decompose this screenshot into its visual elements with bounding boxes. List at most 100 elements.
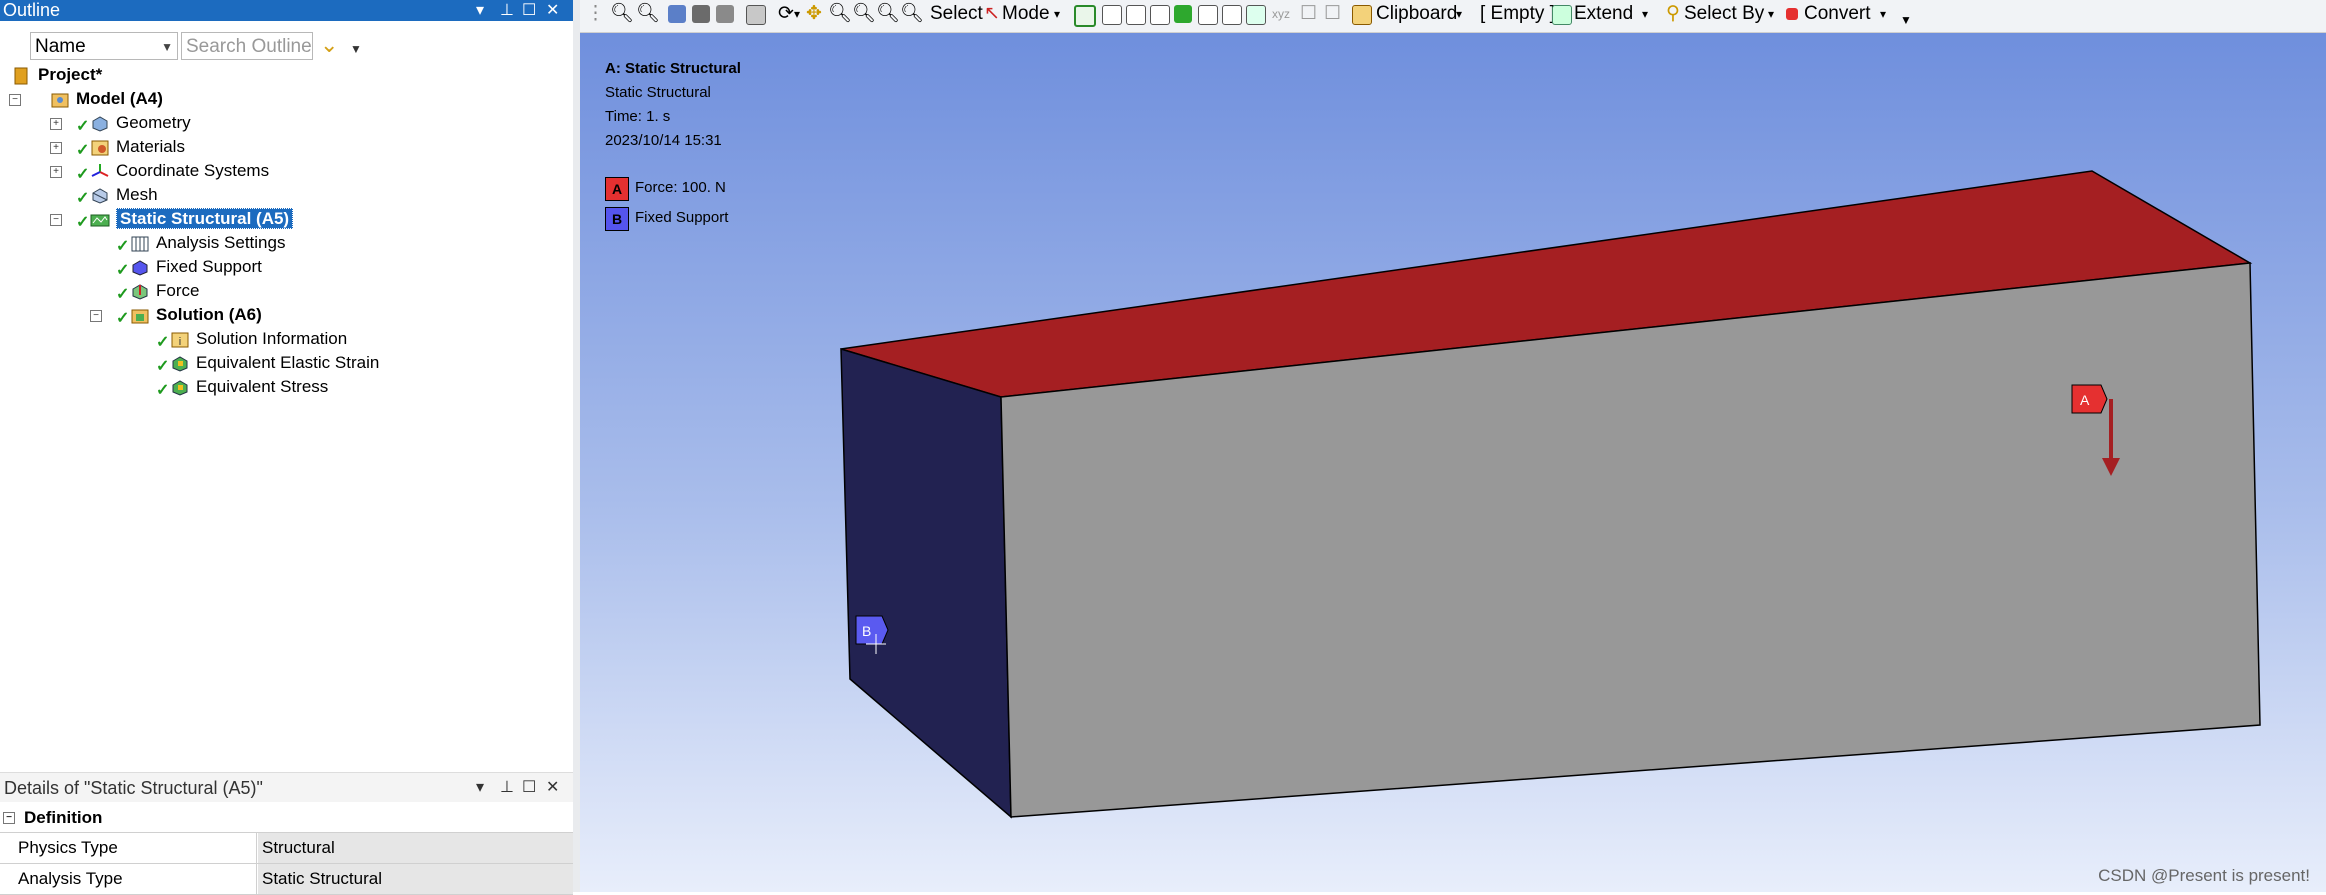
solid-view-icon[interactable]: [668, 5, 686, 23]
select-button[interactable]: Select: [930, 0, 983, 30]
label-icon[interactable]: ☐: [1324, 0, 1341, 30]
check-icon: ✓: [76, 190, 90, 207]
expand-icon[interactable]: +: [50, 142, 62, 154]
model-icon: [51, 93, 69, 108]
solution-information-icon: i: [171, 332, 189, 348]
tree-item-materials[interactable]: Materials: [90, 136, 185, 158]
chevron-down-icon[interactable]: ▾: [1880, 0, 1886, 30]
chevron-down-icon[interactable]: ▾: [1642, 0, 1648, 30]
close-icon[interactable]: ✕: [546, 0, 559, 21]
tree-item-equivalent-stress[interactable]: Equivalent Stress: [170, 376, 328, 398]
outline-title-bar: Outline ▾ ⊥ ☐ ✕: [0, 0, 573, 21]
details-row[interactable]: Analysis Type Static Structural: [0, 864, 573, 895]
search-outline-input[interactable]: Search Outline: [181, 32, 313, 60]
extend-dropdown[interactable]: Extend: [1574, 0, 1633, 30]
analysis-settings-icon: [131, 236, 149, 252]
tree-item-fixed-support[interactable]: Fixed Support: [130, 256, 262, 278]
filter-dropdown-icon[interactable]: ▼: [350, 42, 362, 56]
shaded-view-icon[interactable]: [692, 5, 710, 23]
select-mesh-icon[interactable]: [1246, 5, 1266, 25]
toolbar-overflow-icon[interactable]: ▼: [1900, 6, 1912, 36]
graphics-viewport[interactable]: A: Static Structural Static Structural T…: [580, 33, 2326, 892]
select-edge-icon[interactable]: [1102, 5, 1122, 25]
select-by-dropdown[interactable]: Select By: [1684, 0, 1764, 30]
box-select-icon[interactable]: [746, 5, 766, 25]
magnifier-icon[interactable]: 🔍︎: [900, 0, 924, 30]
tree-item-solution[interactable]: Solution (A6): [130, 304, 262, 326]
expand-icon[interactable]: +: [50, 166, 62, 178]
details-section-definition[interactable]: − Definition: [0, 804, 573, 833]
pin-icon[interactable]: ⊥: [500, 0, 514, 21]
geometry-icon: [92, 115, 108, 132]
coordinate-icon[interactable]: xyz: [1272, 0, 1290, 30]
maximize-icon[interactable]: ☐: [522, 0, 536, 21]
property-key: Analysis Type: [18, 864, 257, 894]
collapse-icon[interactable]: −: [90, 310, 102, 322]
collapse-icon[interactable]: −: [50, 214, 62, 226]
select-body-icon[interactable]: [1150, 5, 1170, 25]
select-element-face-icon[interactable]: [1198, 5, 1218, 25]
pan-icon[interactable]: ✥: [806, 0, 822, 30]
check-icon: ✓: [156, 334, 170, 351]
wireframe-view-icon[interactable]: [716, 5, 734, 23]
tree-item-project[interactable]: Project*: [12, 64, 102, 86]
tree-item-static-structural[interactable]: Static Structural (A5): [90, 208, 294, 230]
tree-item-equivalent-elastic-strain[interactable]: Equivalent Elastic Strain: [170, 352, 379, 374]
property-value: Static Structural: [262, 869, 382, 888]
tree-item-analysis-settings[interactable]: Analysis Settings: [130, 232, 285, 254]
panel-splitter[interactable]: [573, 0, 580, 892]
zoom-to-fit-icon[interactable]: 🔍︎: [876, 0, 900, 30]
check-icon: ✓: [76, 214, 90, 231]
tree-label: Project*: [38, 65, 103, 84]
expand-icon[interactable]: +: [50, 118, 62, 130]
toolbar-grip-icon: ⋮: [586, 3, 605, 24]
clipboard-dropdown[interactable]: Clipboard: [1376, 0, 1457, 30]
section-label: Definition: [24, 808, 103, 827]
select-element-icon[interactable]: [1222, 5, 1242, 25]
filter-chevron-icon[interactable]: ⌄: [320, 32, 338, 58]
chevron-down-icon: ▼: [161, 40, 173, 54]
solution-icon: [131, 309, 149, 324]
select-vertex-icon[interactable]: [1074, 5, 1096, 27]
pin-icon[interactable]: ⊥: [500, 773, 514, 803]
tree-label: Model (A4): [76, 89, 163, 108]
chevron-down-icon[interactable]: ▾: [1054, 0, 1060, 30]
rotate-icon[interactable]: ⟳: [778, 0, 794, 30]
chevron-down-icon[interactable]: ▾: [1768, 0, 1774, 30]
collapse-icon[interactable]: −: [9, 94, 21, 106]
collapse-icon[interactable]: −: [3, 812, 15, 824]
mesh-icon: [92, 187, 108, 204]
name-filter-select[interactable]: Name ▼: [30, 32, 178, 60]
mode-dropdown[interactable]: Mode: [1002, 0, 1050, 30]
close-icon[interactable]: ✕: [546, 773, 559, 803]
tree-item-geometry[interactable]: Geometry: [90, 112, 191, 134]
watermark: CSDN @Present is present!: [2098, 866, 2310, 885]
tree-item-mesh[interactable]: Mesh: [90, 184, 158, 206]
zoom-out-icon[interactable]: 🔍︎: [852, 0, 876, 30]
select-by-icon: ⚲: [1666, 3, 1680, 24]
outline-filter-bar: Name ▼ Search Outline ⌄ ▼: [0, 30, 573, 64]
result-icon: [172, 355, 188, 372]
tree-item-solution-information[interactable]: i Solution Information: [170, 328, 347, 350]
tree-item-coordinate-systems[interactable]: Coordinate Systems: [90, 160, 269, 182]
dropdown-icon[interactable]: ▾: [476, 0, 484, 21]
zoom-fit-icon[interactable]: 🔍︎: [610, 0, 634, 30]
convert-dropdown[interactable]: Convert: [1804, 0, 1871, 30]
maximize-icon[interactable]: ☐: [522, 773, 536, 803]
select-face-icon[interactable]: [1126, 5, 1146, 25]
check-icon: ✓: [116, 262, 130, 279]
probe-icon[interactable]: ☐: [1300, 0, 1317, 30]
zoom-in-icon[interactable]: 🔍︎: [828, 0, 852, 30]
model-geometry[interactable]: A B: [580, 33, 2326, 892]
dropdown-icon[interactable]: ▾: [476, 773, 484, 803]
box-side-face[interactable]: [840, 347, 1012, 819]
tree-label: Materials: [116, 137, 185, 156]
zoom-box-icon[interactable]: 🔍︎: [636, 0, 660, 30]
chevron-down-icon[interactable]: ▾: [794, 0, 800, 30]
select-node-icon[interactable]: [1174, 5, 1192, 23]
clipboard-icon: [1352, 5, 1372, 25]
chevron-down-icon[interactable]: ▾: [1456, 0, 1462, 30]
tree-item-force[interactable]: Force: [130, 280, 199, 302]
tree-item-model[interactable]: Model (A4): [50, 88, 163, 110]
details-row[interactable]: Physics Type Structural: [0, 833, 573, 864]
